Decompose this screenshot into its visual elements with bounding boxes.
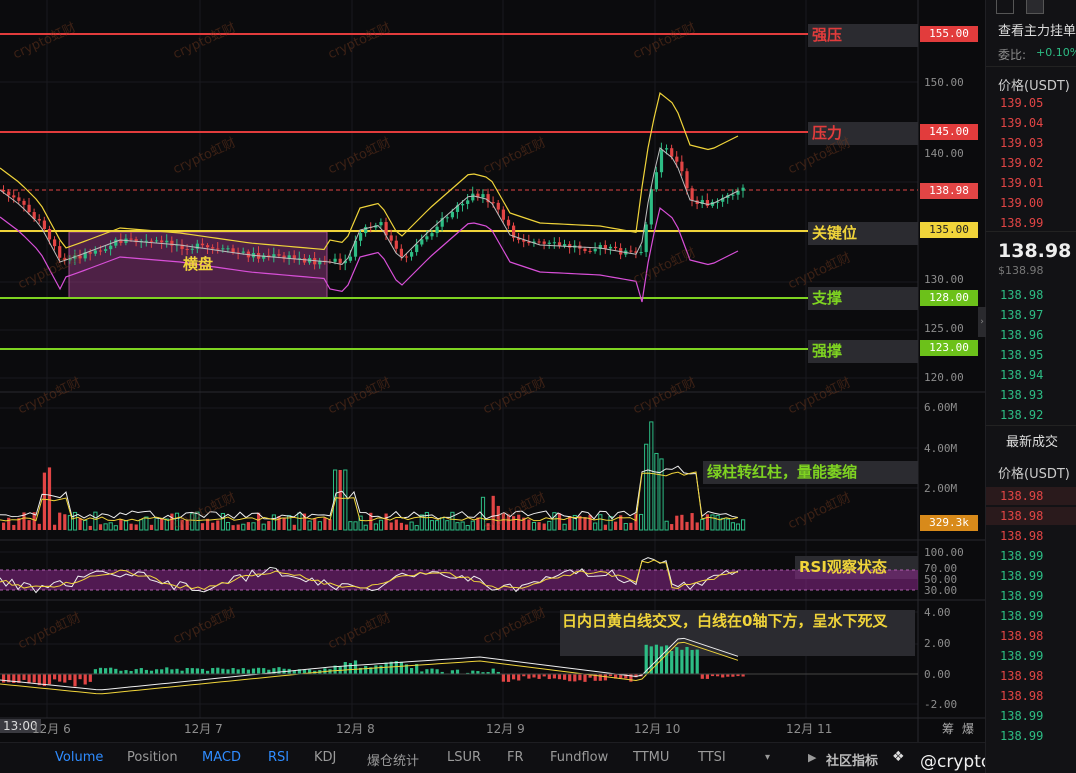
logo-icon: ❖ [892, 749, 905, 765]
layout-icon[interactable] [1026, 0, 1044, 14]
tab-ttsi[interactable]: TTSI [698, 750, 726, 765]
rsi-note: RSI观察状态 [799, 558, 887, 576]
tab-ttmu[interactable]: TTMU [633, 750, 669, 765]
strong-resist-price: 155.00 [920, 26, 978, 42]
order-book-price[interactable]: 139.02 [1000, 156, 1043, 170]
whale-orders-link[interactable]: 查看主力挂单 [998, 20, 1076, 39]
chip-label[interactable]: 筹 [942, 720, 954, 737]
volume-axis-label: 6.00M [924, 401, 958, 414]
ratio-label: 委比: [998, 48, 1027, 62]
price-axis-label: 150.00 [924, 76, 964, 89]
trade-price: 138.99 [1000, 729, 1044, 743]
order-book-price[interactable]: 138.96 [1000, 328, 1043, 342]
macd-axis-label: -2.00 [924, 698, 958, 711]
order-book-price[interactable]: 138.93 [1000, 388, 1043, 402]
trades-price-header: 价格(USDT) [998, 467, 1070, 482]
macd-axis-label: 0.00 [924, 668, 951, 681]
volume-axis-label: 2.00M [924, 482, 958, 495]
macd-note: 日内日黄白线交叉，白线在0轴下方，呈水下死叉 [562, 612, 888, 630]
order-book-price[interactable]: 138.94 [1000, 368, 1043, 382]
trade-price: 138.98 [1000, 689, 1044, 703]
key-level-price: 135.00 [920, 222, 978, 238]
resist-price: 145.00 [920, 124, 978, 140]
date-label: 12月 6 [32, 722, 71, 736]
macd-axis-label: 4.00 [924, 606, 951, 619]
strong-resist-label: 强压 [812, 26, 843, 44]
order-book-price[interactable]: 139.04 [1000, 116, 1043, 130]
tab-fundflow[interactable]: Fundflow [550, 750, 608, 765]
order-book-price[interactable]: 139.00 [1000, 196, 1043, 210]
layout-icon[interactable] [996, 0, 1014, 14]
tab-macd[interactable]: MACD [202, 750, 241, 765]
price-axis-label: 130.00 [924, 273, 964, 286]
date-label: 12月 10 [634, 722, 681, 736]
recent-trades-title[interactable]: 最新成交 [1006, 431, 1058, 450]
volume-current-tag: 329.3k [920, 515, 978, 531]
rsi-axis-label: 100.00 [924, 546, 964, 559]
tab-fr[interactable]: FR [507, 750, 524, 765]
volume-axis-label: 4.00M [924, 442, 958, 455]
tab-position[interactable]: Position [127, 750, 178, 765]
order-book-price[interactable]: 138.92 [1000, 408, 1043, 422]
tab-lsur[interactable]: LSUR [447, 750, 481, 765]
order-book-price[interactable]: 138.95 [1000, 348, 1043, 362]
resist-label: 压力 [812, 124, 843, 142]
strong-support-label: 强撑 [812, 342, 843, 360]
trade-price: 138.99 [1000, 569, 1044, 583]
trade-price: 138.99 [1000, 709, 1044, 723]
play-icon[interactable]: ▶ [808, 751, 816, 764]
trade-price: 138.98 [1000, 489, 1044, 503]
trade-price: 138.98 [1000, 529, 1044, 543]
tab-volume[interactable]: Volume [55, 750, 103, 765]
order-book-price[interactable]: 138.99 [1000, 216, 1043, 230]
order-book-panel: 查看主力挂单 委比: +0.10% 价格(USDT) 138.98 $138.9… [978, 0, 1076, 773]
tab-rsi[interactable]: RSI [268, 750, 289, 765]
tab-liquidation[interactable]: 爆仓统计 [367, 750, 419, 769]
date-label: 12月 9 [486, 722, 525, 736]
date-label: 12月 8 [336, 722, 375, 736]
liq-label[interactable]: 爆 [962, 720, 974, 737]
current-price-tag: 138.98 [920, 183, 978, 199]
collapse-handle-icon[interactable]: › [978, 307, 986, 337]
macd-axis-label: 2.00 [924, 637, 951, 650]
price-axis-label: 140.00 [924, 147, 964, 160]
date-label: 12月 7 [184, 722, 223, 736]
trade-price: 138.99 [1000, 649, 1044, 663]
support-price: 128.00 [920, 290, 978, 306]
trade-price: 138.98 [1000, 669, 1044, 683]
trade-price: 138.99 [1000, 589, 1044, 603]
consolidation-label: 横盘 [183, 255, 214, 273]
ratio-value: +0.10% [1036, 46, 1076, 59]
trade-price: 138.99 [1000, 549, 1044, 563]
indicator-toolbar: Volume Position MACD RSI KDJ 爆仓统计 LSUR F… [0, 742, 1025, 773]
price-column-header: 价格(USDT) [998, 79, 1070, 94]
rsi-axis-label: 30.00 [924, 584, 958, 597]
order-book-price[interactable]: 138.97 [1000, 308, 1043, 322]
mid-price-usd: $138.98 [998, 264, 1044, 277]
key-level-label: 关键位 [812, 224, 858, 242]
chevron-down-icon[interactable]: ▾ [765, 752, 770, 763]
price-axis-label: 125.00 [924, 322, 964, 335]
strong-support-price: 123.00 [920, 340, 978, 356]
volume-note: 绿柱转红柱，量能萎缩 [707, 463, 858, 481]
mid-price: 138.98 [998, 240, 1072, 262]
order-book-price[interactable]: 139.03 [1000, 136, 1043, 150]
tab-community[interactable]: 社区指标 [826, 750, 878, 769]
tab-kdj[interactable]: KDJ [314, 750, 336, 765]
volume-ma [0, 465, 739, 522]
trade-price: 138.99 [1000, 609, 1044, 623]
date-label: 12月 11 [786, 722, 833, 736]
support-label: 支撑 [812, 289, 843, 307]
order-book-price[interactable]: 139.05 [1000, 96, 1043, 110]
trade-price: 138.98 [1000, 509, 1044, 523]
price-axis-label: 120.00 [924, 371, 964, 384]
trade-price: 138.98 [1000, 629, 1044, 643]
chart-area[interactable]: 强压 压力 关键位 横盘 支撑 强撑 绿柱转红柱，量能萎缩 RSI观察状态 日内… [0, 0, 985, 773]
order-book-price[interactable]: 138.98 [1000, 288, 1043, 302]
order-book-price[interactable]: 139.01 [1000, 176, 1043, 190]
rsi-band [0, 570, 918, 590]
